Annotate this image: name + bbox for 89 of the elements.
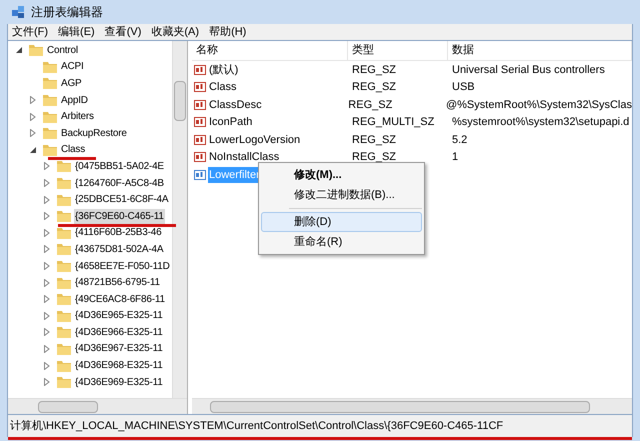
string-value-icon <box>194 64 206 75</box>
tree-item[interactable]: {4658EE7E-F050-11D <box>74 258 171 274</box>
tree-item[interactable]: {1264760F-A5C8-4B <box>74 176 165 191</box>
folder-icon <box>56 226 72 240</box>
value-name[interactable]: NoInstallClass <box>208 149 280 166</box>
value-data: %systemroot%\system32\setupapi.d <box>452 116 630 128</box>
context-menu-item[interactable]: 重命名(R) <box>261 232 422 252</box>
folder-icon <box>56 176 72 190</box>
horizontal-scrollbar[interactable] <box>8 398 187 414</box>
value-type: REG_SZ <box>352 64 396 76</box>
value-type: REG_SZ <box>352 134 396 146</box>
value-type: REG_SZ <box>348 98 392 110</box>
string-value-icon <box>194 170 206 180</box>
tree-item[interactable]: {25DBCE51-6C8F-4A <box>74 192 170 208</box>
value-name[interactable]: IconPath <box>208 114 254 130</box>
scroll-thumb[interactable] <box>210 400 590 412</box>
value-name[interactable]: ClassDesc <box>208 96 263 113</box>
tree-item[interactable]: {49CE6AC8-6F86-11 <box>74 292 166 307</box>
value-name[interactable]: (默认) <box>208 62 240 78</box>
scroll-thumb[interactable] <box>38 400 98 412</box>
tree-item[interactable]: {43675D81-502A-4A <box>74 242 164 257</box>
menu-item[interactable]: 文件(F) <box>12 24 48 40</box>
folder-icon <box>56 209 72 224</box>
string-value-icon <box>194 82 206 92</box>
folder-icon <box>56 276 72 290</box>
value-name[interactable]: LowerLogoVersion <box>208 132 302 148</box>
tree-item[interactable]: {4116F60B-25B3-46 <box>74 225 162 240</box>
tree-item[interactable]: {48721B56-6795-11 <box>74 275 161 290</box>
tree-item[interactable]: {0475BB51-5A02-4E <box>74 158 165 174</box>
context-menu-item[interactable]: 修改二进制数据(B)... <box>261 185 422 205</box>
value-data: 1 <box>452 151 458 163</box>
folder-icon <box>42 93 58 108</box>
folder-icon <box>56 342 72 356</box>
tree-item[interactable]: AppID <box>60 92 89 108</box>
vertical-scrollbar[interactable] <box>172 41 187 398</box>
folder-icon <box>56 159 72 174</box>
value-type: REG_SZ <box>352 151 396 163</box>
value-data: Universal Serial Bus controllers <box>452 64 605 76</box>
string-value-icon <box>194 152 206 162</box>
context-menu-item[interactable]: 修改(M)... <box>261 165 422 185</box>
folder-icon <box>56 242 72 256</box>
tree-item[interactable]: {4D36E965-E325-11 <box>74 308 164 324</box>
tree-item[interactable]: BackupRestore <box>60 126 128 141</box>
value-data: USB <box>452 81 475 93</box>
tree-item[interactable]: AGP <box>60 76 83 91</box>
menu-item[interactable]: 查看(V) <box>104 24 142 40</box>
string-value-icon <box>194 117 206 128</box>
folder-icon <box>56 308 72 323</box>
tree-item[interactable]: {36FC9E60-C465-11 <box>74 208 165 224</box>
tree-item[interactable]: {4D36E966-E325-11 <box>74 324 164 340</box>
folder-icon <box>42 76 58 90</box>
folder-icon <box>56 192 72 207</box>
tree-item[interactable]: Control <box>46 42 79 58</box>
tree-item[interactable]: Arbiters <box>60 109 95 124</box>
status-text: 计算机\HKEY_LOCAL_MACHINE\SYSTEM\CurrentControlSet\Control\Class\{36FC9E60-C465-11CF <box>9 418 504 434</box>
tree-item[interactable]: Class <box>60 142 86 158</box>
column-header[interactable]: 类型 <box>348 41 448 60</box>
value-data: @%SystemRoot%\System32\SysClas <box>446 98 632 110</box>
folder-icon <box>42 60 58 74</box>
scroll-thumb[interactable] <box>174 81 186 121</box>
menu-item[interactable]: 编辑(E) <box>58 24 95 40</box>
folder-icon <box>56 358 72 373</box>
column-header[interactable]: 名称 <box>192 41 348 60</box>
menu-item[interactable]: 收藏夹(A) <box>151 24 200 40</box>
folder-icon <box>56 325 72 340</box>
menu-item[interactable]: 帮助(H) <box>209 24 246 40</box>
window-title: 注册表编辑器 <box>31 4 103 21</box>
value-type: REG_MULTI_SZ <box>352 116 434 128</box>
tree-item[interactable]: ACPI <box>60 59 85 74</box>
context-menu-item[interactable]: 删除(D) <box>261 212 422 232</box>
value-type: REG_SZ <box>352 81 396 93</box>
annotation-underline <box>48 157 96 160</box>
folder-icon <box>56 259 72 274</box>
folder-icon <box>42 126 58 140</box>
tree-item[interactable]: {4D36E969-E325-11 <box>74 374 164 390</box>
string-value-icon <box>194 100 206 110</box>
folder-icon <box>28 43 44 58</box>
tree-item[interactable]: {4D36E968-E325-11 <box>74 358 164 374</box>
horizontal-scrollbar[interactable] <box>192 398 632 414</box>
folder-icon <box>42 110 58 124</box>
registry-icon <box>11 4 27 20</box>
folder-icon <box>56 375 72 390</box>
value-data: 5.2 <box>452 134 468 146</box>
folder-icon <box>56 292 72 306</box>
string-value-icon <box>194 134 206 145</box>
tree-item[interactable]: {4D36E967-E325-11 <box>74 341 164 356</box>
folder-icon <box>42 142 58 157</box>
column-header[interactable]: 数据 <box>448 41 632 60</box>
value-name[interactable]: Class <box>208 79 238 96</box>
